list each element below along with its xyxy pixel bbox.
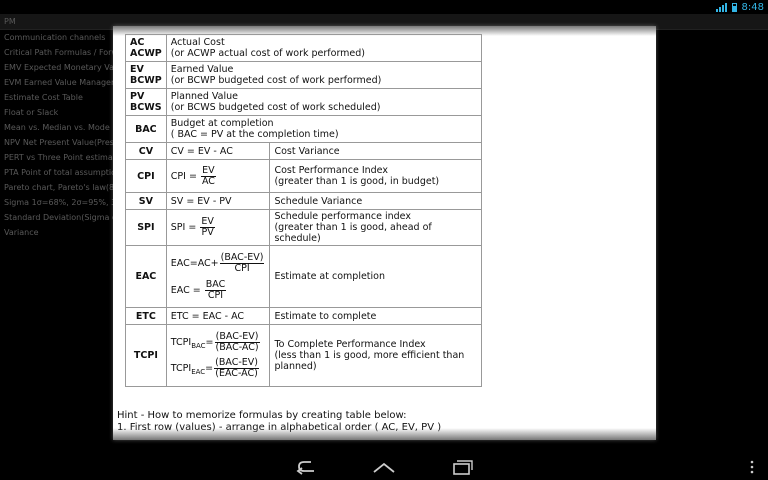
table-row: SV SV = EV - PV Schedule Variance	[125, 192, 483, 210]
abbr-cell: EAC	[125, 245, 167, 308]
abbr-cell: BAC	[125, 115, 167, 143]
desc-cell: To Complete Performance Index (less than …	[269, 324, 483, 387]
formula-cell: TCPIBAC= (BAC-EV) (BAC-AC) TCPIEAC= (BAC-EV…	[165, 324, 271, 387]
abbr-cell: SV	[125, 192, 167, 210]
status-bar: 8:48	[0, 0, 768, 14]
fraction: (BAC-EV) (EAC-AC)	[214, 357, 259, 379]
home-icon[interactable]	[371, 458, 397, 476]
desc-cell: Schedule Variance	[269, 192, 483, 210]
evm-formula-table: AC ACWP Actual Cost (or ACWP actual cost o…	[125, 34, 483, 387]
abbr-cell: ETC	[125, 307, 167, 325]
signal-icon	[715, 2, 727, 12]
desc-cell: Budget at completion( BAC = PV at the co…	[165, 115, 483, 143]
fraction: (BAC-EV) (BAC-AC)	[214, 331, 260, 353]
table-row: ETC ETC = EAC - AC Estimate to complete	[125, 307, 483, 325]
desc-cell: Planned Value (or BCWS budgeted cost of w…	[165, 88, 483, 116]
abbr-cell: TCPI	[125, 324, 167, 387]
fraction: EV AC	[200, 164, 216, 187]
battery-icon	[731, 2, 737, 12]
formula-cell: SPI = EV PV	[165, 209, 271, 246]
clock: 8:48	[741, 1, 764, 13]
hint-line: Hint - How to memorize formulas by creat…	[117, 410, 407, 421]
scroll-fade-bottom	[113, 428, 656, 440]
desc-cell: Estimate at completion	[269, 245, 483, 308]
recent-apps-icon[interactable]	[449, 458, 475, 476]
formula-cell: CV = EV - AC	[165, 142, 271, 160]
desc-cell: Estimate to complete	[269, 307, 483, 325]
desc-cell: Actual Cost (or ACWP actual cost of work …	[165, 34, 483, 62]
abbr-cell: EV BCWP	[125, 61, 167, 89]
abbr-cell: CPI	[125, 159, 167, 193]
table-row: EV BCWP Earned Value (or BCWP budgeted cos…	[125, 61, 483, 89]
abbr-cell: SPI	[125, 209, 167, 246]
desc-cell: Cost Variance	[269, 142, 483, 160]
formula-cell: SV = EV - PV	[165, 192, 271, 210]
table-row: TCPI TCPIBAC= (BAC-EV) (BAC-AC) TCPIEAC= (B…	[125, 324, 483, 387]
fraction: (BAC-EV) CPI	[219, 251, 265, 274]
table-row: PV BCWS Planned Value (or BCWS budgeted co…	[125, 88, 483, 116]
table-row: CPI CPI = EV AC Cost Performance Index (gr…	[125, 159, 483, 193]
formula-cell: CPI = EV AC	[165, 159, 271, 193]
formula-cell: EAC=AC+ (BAC-EV) CPI EAC = BAC CPI	[165, 245, 271, 308]
fraction: BAC CPI	[204, 278, 227, 301]
table-row: EAC EAC=AC+ (BAC-EV) CPI EAC = BAC CPI Esti…	[125, 245, 483, 308]
abbr-cell: CV	[125, 142, 167, 160]
desc-cell: Schedule performance index (greater than …	[269, 209, 483, 246]
desc-cell: Cost Performance Index (greater than 1 is…	[269, 159, 483, 193]
table-row: SPI SPI = EV PV Schedule performance inde…	[125, 209, 483, 246]
table-row: CV CV = EV - AC Cost Variance	[125, 142, 483, 160]
abbr-cell: PV BCWS	[125, 88, 167, 116]
table-row: AC ACWP Actual Cost (or ACWP actual cost o…	[125, 34, 483, 62]
back-icon[interactable]	[294, 458, 320, 476]
desc-cell: Earned Value (or BCWP budgeted cost of wo…	[165, 61, 483, 89]
formula-cell: ETC = EAC - AC	[165, 307, 271, 325]
fraction: EV PV	[200, 216, 215, 238]
overflow-menu-icon[interactable]	[742, 458, 762, 476]
status-icons: 8:48	[715, 0, 764, 14]
abbr-cell: AC ACWP	[125, 34, 167, 62]
navigation-bar	[0, 454, 768, 480]
formula-dialog[interactable]: AC ACWP Actual Cost (or ACWP actual cost o…	[113, 26, 656, 440]
table-row: BAC Budget at completion( BAC = PV at th…	[125, 115, 483, 143]
